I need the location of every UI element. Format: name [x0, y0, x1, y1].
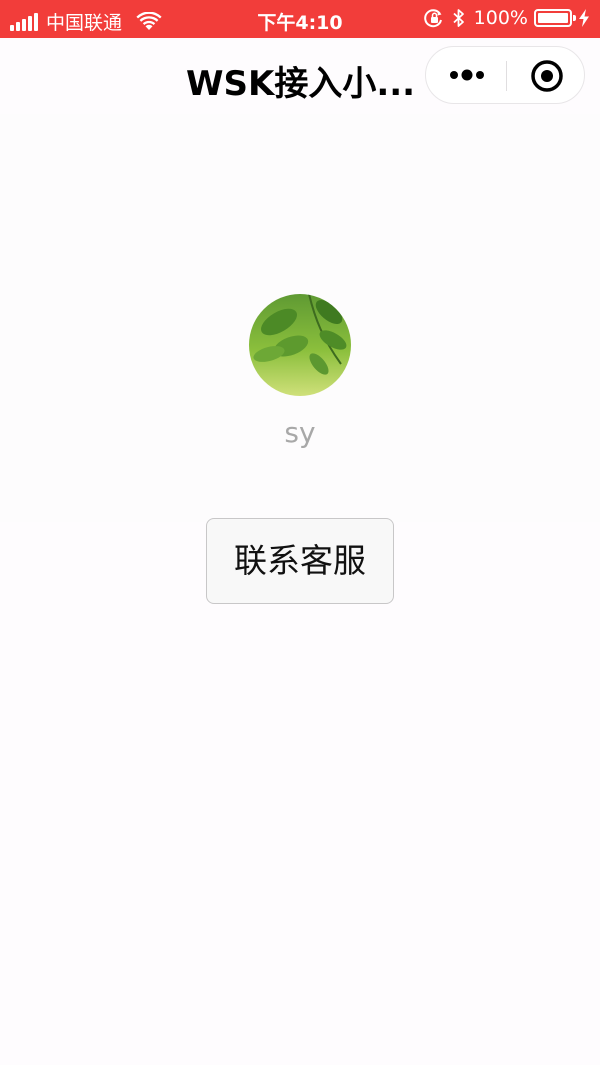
user-nickname: sy	[284, 416, 316, 449]
charging-icon	[579, 9, 589, 27]
capsule-divider	[506, 61, 507, 91]
battery-percent: 100%	[473, 7, 528, 29]
profile-panel: sy	[0, 114, 600, 522]
status-bar: 中国联通 下午4:10 100%	[0, 0, 600, 38]
orientation-lock-icon	[423, 9, 442, 28]
mini-program-capsule	[425, 46, 585, 104]
battery-icon	[534, 9, 576, 27]
more-icon[interactable]	[448, 64, 486, 86]
status-right: 100%	[423, 7, 590, 29]
page-title: WSK接入小...	[186, 64, 416, 104]
leaf-avatar	[249, 294, 351, 396]
contact-service-button[interactable]: 联系客服	[206, 518, 394, 604]
nav-bar: WSK接入小...	[0, 38, 600, 114]
close-icon[interactable]	[530, 59, 564, 93]
bluetooth-icon	[453, 9, 464, 27]
avatar	[249, 294, 351, 396]
